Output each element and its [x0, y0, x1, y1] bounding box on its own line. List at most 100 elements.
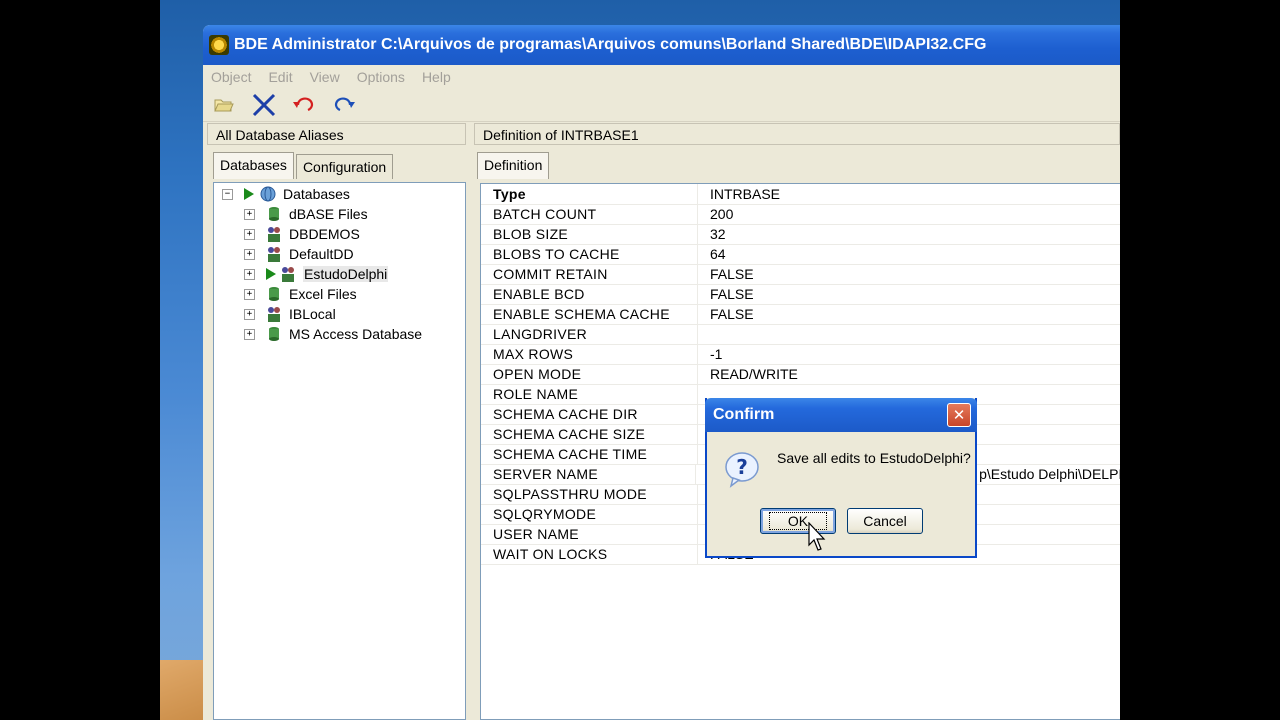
property-value[interactable]: FALSE	[698, 304, 754, 324]
menu-edit[interactable]: Edit	[268, 69, 292, 85]
tree-item-selected[interactable]: + EstudoDelphi	[244, 264, 389, 284]
expand-icon[interactable]: +	[244, 208, 255, 220]
toolbar	[203, 89, 1120, 122]
database-cylinder-icon	[265, 205, 283, 223]
undo-icon[interactable]	[291, 92, 317, 118]
property-name: COMMIT RETAIN	[481, 264, 698, 284]
property-row[interactable]: COMMIT RETAIN FALSE	[481, 264, 1120, 285]
property-name: SQLQRYMODE	[481, 504, 698, 524]
tab-databases[interactable]: Databases	[213, 152, 294, 179]
tree-root-databases[interactable]: − Databases	[222, 184, 350, 204]
green-arrow-icon	[243, 187, 255, 201]
property-name: WAIT ON LOCKS	[481, 544, 698, 564]
expand-icon[interactable]: +	[244, 288, 255, 300]
menu-help[interactable]: Help	[422, 69, 451, 85]
property-row[interactable]: OPEN MODE READ/WRITE	[481, 364, 1120, 385]
property-row[interactable]: BLOB SIZE 32	[481, 224, 1120, 245]
property-value[interactable]: 32	[698, 224, 726, 244]
dialog-title-bar[interactable]: Confirm ✕	[705, 398, 977, 432]
tree-item-label: dBASE Files	[289, 206, 368, 222]
tree-item[interactable]: + IBLocal	[244, 304, 336, 324]
bde-administrator-window: BDE Administrator C:\Arquivos de program…	[203, 25, 1120, 720]
title-bar[interactable]: BDE Administrator C:\Arquivos de program…	[203, 25, 1120, 65]
menu-bar: Object Edit View Options Help	[203, 65, 1120, 89]
tab-configuration[interactable]: Configuration	[295, 154, 394, 179]
expand-icon[interactable]: +	[244, 268, 255, 280]
property-name: BLOB SIZE	[481, 224, 698, 244]
property-name: SCHEMA CACHE SIZE	[481, 424, 698, 444]
property-value[interactable]: -1	[698, 344, 722, 364]
property-row[interactable]: BATCH COUNT 200	[481, 204, 1120, 225]
tree-item-label: EstudoDelphi	[303, 266, 389, 282]
tree-item[interactable]: + DefaultDD	[244, 244, 354, 264]
delete-x-icon[interactable]	[251, 92, 277, 118]
property-name: LANGDRIVER	[481, 324, 698, 344]
property-value[interactable]: INTRBASE	[698, 184, 780, 204]
property-row[interactable]: BLOBS TO CACHE 64	[481, 244, 1120, 265]
tree-item[interactable]: + DBDEMOS	[244, 224, 360, 244]
databases-icon	[259, 185, 277, 203]
right-tab-strip: Definition	[477, 152, 551, 180]
database-group-icon	[265, 245, 283, 263]
tab-definition[interactable]: Definition	[477, 152, 550, 179]
tree-item-label: DefaultDD	[289, 246, 354, 262]
database-tree[interactable]: − Databases + dBASE Files + DBDEMOS + De…	[213, 182, 466, 720]
svg-text:?: ?	[736, 455, 748, 479]
database-group-icon	[265, 225, 283, 243]
redo-icon[interactable]	[331, 92, 357, 118]
menu-view[interactable]: View	[310, 69, 340, 85]
tree-item[interactable]: + Excel Files	[244, 284, 357, 304]
menu-options[interactable]: Options	[357, 69, 405, 85]
expand-icon[interactable]: +	[244, 308, 255, 320]
database-cylinder-icon	[265, 285, 283, 303]
property-name: OPEN MODE	[481, 364, 698, 384]
question-icon: ?	[723, 450, 761, 488]
property-value[interactable]: FALSE	[698, 284, 754, 304]
property-row[interactable]: Type INTRBASE	[481, 184, 1120, 205]
tree-item[interactable]: + dBASE Files	[244, 204, 368, 224]
property-name: USER NAME	[481, 524, 698, 544]
tree-item-label: IBLocal	[289, 306, 336, 322]
expand-icon[interactable]: +	[244, 248, 255, 260]
database-group-icon	[265, 305, 283, 323]
property-name: ENABLE SCHEMA CACHE	[481, 304, 698, 324]
property-row[interactable]: ENABLE BCD FALSE	[481, 284, 1120, 305]
confirm-dialog: Confirm ✕ ? Save all edits to EstudoDelp…	[705, 398, 977, 558]
left-tab-strip: Databases Configuration	[213, 152, 395, 180]
menu-object[interactable]: Object	[211, 69, 251, 85]
tree-item-label: Excel Files	[289, 286, 357, 302]
tree-item-label: DBDEMOS	[289, 226, 360, 242]
green-arrow-icon	[265, 267, 277, 281]
property-name: SCHEMA CACHE DIR	[481, 404, 698, 424]
window-title: BDE Administrator C:\Arquivos de program…	[234, 36, 987, 53]
property-name: ROLE NAME	[481, 384, 698, 404]
expand-icon[interactable]: +	[244, 228, 255, 240]
dialog-message: Save all edits to EstudoDelphi?	[777, 450, 971, 466]
open-folder-icon[interactable]	[211, 92, 237, 118]
property-name: SERVER NAME	[481, 464, 697, 484]
close-icon[interactable]: ✕	[947, 403, 971, 427]
mouse-pointer-icon	[808, 521, 828, 554]
property-name: SQLPASSTHRU MODE	[481, 484, 698, 504]
property-name: SCHEMA CACHE TIME	[481, 444, 698, 464]
collapse-icon[interactable]: −	[222, 188, 233, 200]
database-cylinder-icon	[265, 325, 283, 343]
right-panel-header: Definition of INTRBASE1	[474, 123, 1120, 145]
property-row[interactable]: LANGDRIVER	[481, 324, 1120, 345]
tree-item[interactable]: + MS Access Database	[244, 324, 422, 344]
expand-icon[interactable]: +	[244, 328, 255, 340]
property-value[interactable]: 64	[698, 244, 726, 264]
property-value[interactable]: FALSE	[698, 264, 754, 284]
cancel-button[interactable]: Cancel	[847, 508, 923, 534]
property-name: BLOBS TO CACHE	[481, 244, 698, 264]
left-panel-header: All Database Aliases	[207, 123, 466, 145]
property-value[interactable]	[698, 324, 710, 344]
property-row[interactable]: ENABLE SCHEMA CACHE FALSE	[481, 304, 1120, 325]
property-name: Type	[481, 184, 698, 204]
property-value[interactable]: 200	[698, 204, 733, 224]
property-value[interactable]: READ/WRITE	[698, 364, 798, 384]
tree-item-label: MS Access Database	[289, 326, 423, 342]
dialog-title: Confirm	[713, 406, 775, 423]
database-group-icon	[279, 265, 297, 283]
property-row[interactable]: MAX ROWS -1	[481, 344, 1120, 365]
